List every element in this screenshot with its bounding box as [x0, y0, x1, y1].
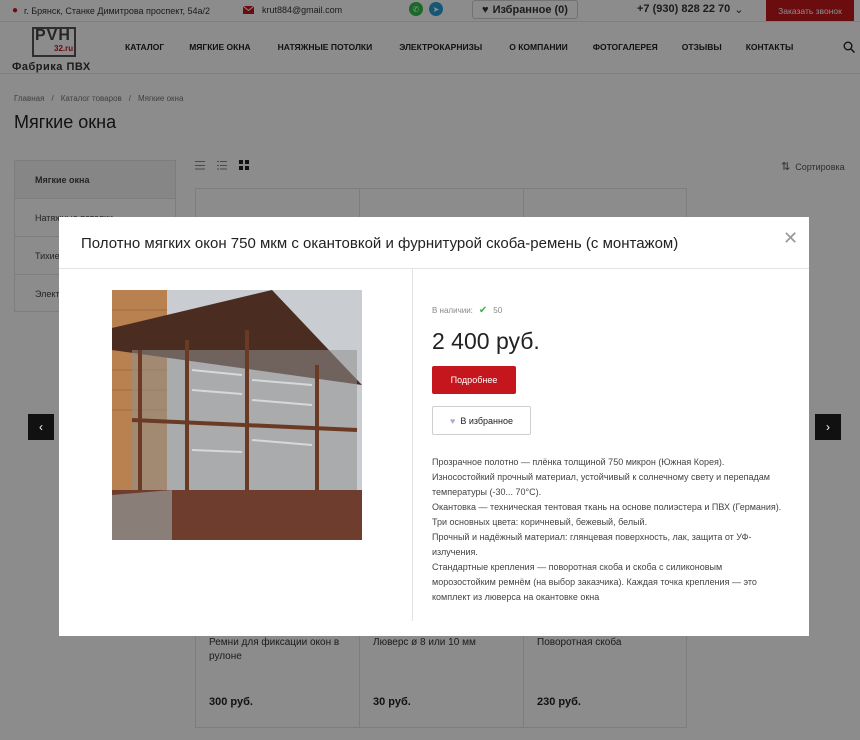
stock-label: В наличии:: [432, 306, 473, 315]
stock-count: 50: [493, 306, 503, 315]
add-to-favorites-label: В избранное: [460, 415, 514, 426]
description-line: Окантовка — техническая тентовая ткань н…: [432, 502, 782, 512]
modal-divider: [59, 268, 809, 269]
carousel-prev-button[interactable]: ‹: [28, 414, 54, 440]
carousel-next-button[interactable]: ›: [815, 414, 841, 440]
modal-column-divider: [412, 269, 413, 621]
description-line: Стандартные крепления — поворотная скоба…: [432, 562, 757, 602]
description-line: Износостойкий прочный материал, устойчив…: [432, 472, 770, 497]
description-line: Прочный и надёжный материал: глянцевая п…: [432, 532, 752, 557]
description-line: Прозрачное полотно — плёнка толщиной 750…: [432, 457, 725, 467]
check-icon: ✔: [478, 305, 488, 316]
stock-status: В наличии: ✔ 50: [432, 305, 502, 316]
description-line: Три основных цвета: коричневый, бежевый,…: [432, 517, 648, 527]
heart-icon: ♥: [449, 415, 456, 426]
product-photo[interactable]: [112, 290, 362, 540]
close-icon[interactable]: ✕: [783, 228, 798, 249]
product-quick-view-modal: Полотно мягких окон 750 мкм с окантовкой…: [59, 217, 809, 636]
add-to-favorites-button[interactable]: ♥ В избранное: [432, 406, 531, 435]
more-details-button[interactable]: Подробнее: [432, 366, 516, 394]
modal-title: Полотно мягких окон 750 мкм с окантовкой…: [81, 235, 679, 252]
product-price: 2 400 руб.: [432, 328, 540, 354]
product-photo-illustration: [112, 290, 362, 540]
product-description: Прозрачное полотно — плёнка толщиной 750…: [432, 455, 787, 620]
